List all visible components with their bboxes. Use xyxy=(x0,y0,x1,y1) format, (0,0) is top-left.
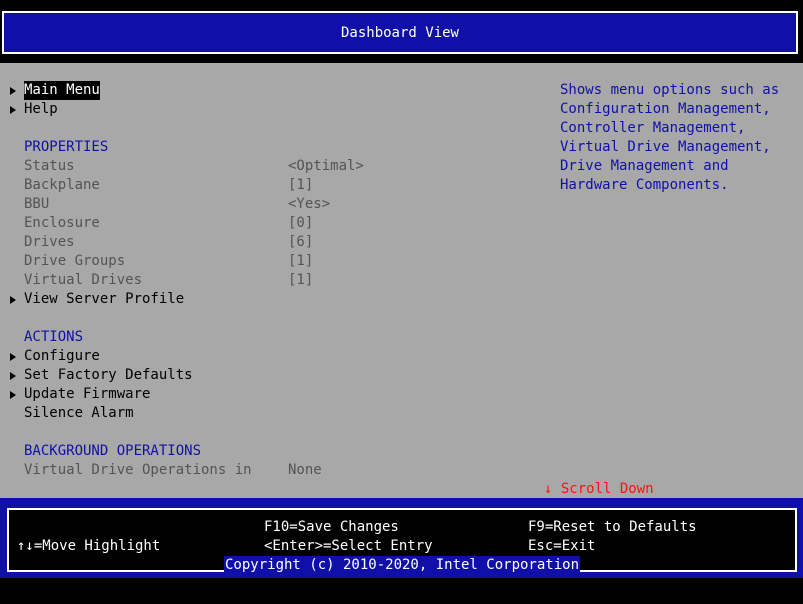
property-value: [1] xyxy=(288,177,314,193)
configure-item[interactable]: Configure xyxy=(24,347,100,366)
submenu-arrow-icon xyxy=(10,296,16,304)
background-operations-label: Virtual Drive Operations in xyxy=(24,462,252,478)
scroll-down-indicator[interactable]: ↓ Scroll Down xyxy=(544,480,654,499)
update-firmware-item[interactable]: Update Firmware xyxy=(24,385,150,404)
help-text-line: Controller Management, xyxy=(560,120,746,136)
property-value: [1] xyxy=(288,272,314,288)
property-value: [0] xyxy=(288,215,314,231)
background-operations-heading: BACKGROUND OPERATIONS xyxy=(24,443,202,459)
property-value: [1] xyxy=(288,253,314,269)
submenu-arrow-icon xyxy=(10,391,16,399)
property-label: Enclosure xyxy=(24,215,100,231)
set-factory-defaults-item[interactable]: Set Factory Defaults xyxy=(24,366,193,385)
property-value: <Optimal> xyxy=(288,158,364,174)
key-hint-reset: F9=Reset to Defaults xyxy=(528,519,697,535)
actions-heading: ACTIONS xyxy=(24,329,84,345)
key-hint-move: ↑↓=Move Highlight xyxy=(17,538,161,554)
view-server-profile-item[interactable]: View Server Profile xyxy=(24,290,184,309)
help-text-line: Configuration Management, xyxy=(560,101,771,117)
property-value: <Yes> xyxy=(288,196,331,212)
submenu-arrow-icon xyxy=(10,353,16,361)
help-menu-item[interactable]: Help xyxy=(24,100,58,119)
silence-alarm-item[interactable]: Silence Alarm xyxy=(24,404,134,423)
title-bar: Dashboard View xyxy=(2,11,798,54)
property-label: Drives xyxy=(24,234,75,250)
background-operations-value: None xyxy=(288,462,322,478)
property-label: BBU xyxy=(24,196,50,212)
help-text-line: Hardware Components. xyxy=(560,177,729,193)
submenu-arrow-icon xyxy=(10,106,16,114)
help-text-line: Virtual Drive Management, xyxy=(560,139,771,155)
property-label: Drive Groups xyxy=(24,253,126,269)
property-label: Backplane xyxy=(24,177,100,193)
page-title: Dashboard View xyxy=(340,25,459,41)
key-hint-save: F10=Save Changes xyxy=(264,519,399,535)
property-label: Virtual Drives xyxy=(24,272,143,288)
main-menu-item[interactable]: Main Menu xyxy=(24,81,100,100)
copyright-text: Copyright (c) 2010-2020, Intel Corporati… xyxy=(224,556,581,575)
key-hint-exit: Esc=Exit xyxy=(528,538,596,554)
key-hint-select: <Enter>=Select Entry xyxy=(264,538,433,554)
properties-heading: PROPERTIES xyxy=(24,139,109,155)
property-value: [6] xyxy=(288,234,314,250)
property-label: Status xyxy=(24,158,75,174)
submenu-arrow-icon xyxy=(10,372,16,380)
help-text-line: Shows menu options such as xyxy=(560,82,780,98)
help-text-line: Drive Management and xyxy=(560,158,729,174)
submenu-arrow-icon xyxy=(10,87,16,95)
